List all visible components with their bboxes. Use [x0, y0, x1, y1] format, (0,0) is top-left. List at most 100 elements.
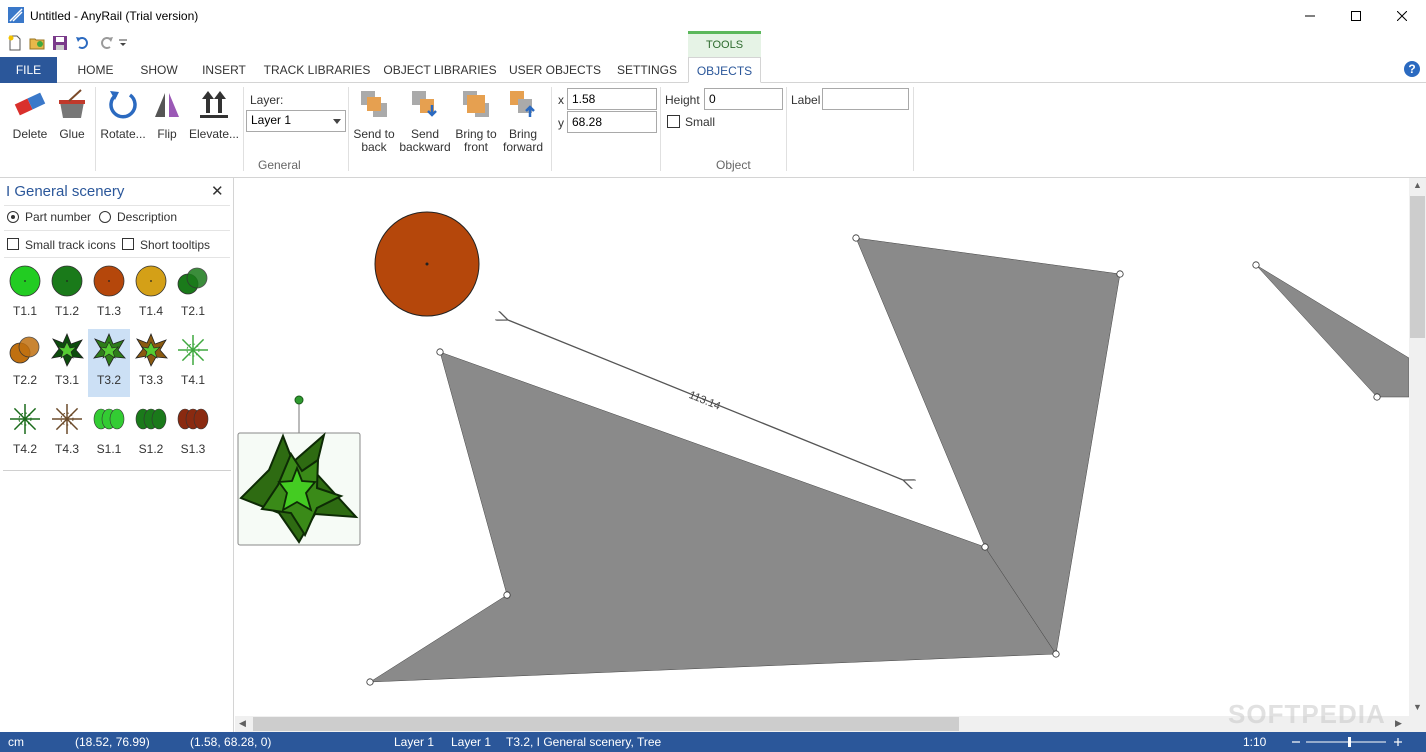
- tab-file[interactable]: FILE: [0, 57, 57, 83]
- y-label: y: [558, 116, 564, 130]
- small-track-icons-checkbox[interactable]: [7, 238, 19, 250]
- help-icon[interactable]: ?: [1404, 61, 1420, 77]
- bring-forward-button[interactable]: Bring forward: [500, 87, 546, 154]
- palette-item-s1-2[interactable]: S1.2: [130, 398, 172, 466]
- vertex-handle[interactable]: [503, 591, 511, 599]
- measure-label: 113.14: [687, 389, 722, 412]
- tab-user-objects[interactable]: USER OBJECTS: [508, 57, 602, 83]
- layer-select[interactable]: Layer 1: [246, 110, 346, 132]
- palette-item-t1-1[interactable]: T1.1: [4, 260, 46, 328]
- rotate-handle[interactable]: [294, 395, 304, 405]
- tree-icon: [51, 265, 83, 297]
- zoom-in-icon[interactable]: [1394, 738, 1402, 746]
- palette-item-t3-3[interactable]: T3.3: [130, 329, 172, 397]
- tree-icon: [177, 408, 209, 430]
- open-folder-icon[interactable]: [29, 35, 45, 51]
- elevate-button[interactable]: Elevate...: [188, 87, 240, 149]
- vertical-scroll-thumb[interactable]: [1410, 196, 1425, 338]
- tab-home[interactable]: HOME: [67, 57, 124, 83]
- short-tooltips-checkbox[interactable]: [122, 238, 134, 250]
- tab-show[interactable]: SHOW: [132, 57, 186, 83]
- palette-item-label: T2.1: [180, 304, 205, 318]
- vertex-handle[interactable]: [1252, 261, 1260, 269]
- tree-icon: [9, 336, 40, 364]
- vertex-handle[interactable]: [1052, 650, 1060, 658]
- palette-item-t1-3[interactable]: T1.3: [88, 260, 130, 328]
- close-button[interactable]: [1379, 0, 1425, 32]
- x-field[interactable]: [567, 88, 657, 110]
- status-unit: cm: [8, 735, 24, 749]
- selected-tree-t3-2[interactable]: [237, 395, 361, 546]
- palette-item-t1-4[interactable]: T1.4: [130, 260, 172, 328]
- redo-icon[interactable]: [98, 35, 114, 51]
- tab-object-libraries[interactable]: OBJECT LIBRARIES: [382, 57, 498, 83]
- palette-item-t2-2[interactable]: T2.2: [4, 329, 46, 397]
- height-field[interactable]: [704, 88, 783, 110]
- vertex-handle[interactable]: [366, 678, 374, 686]
- palette-item-t4-3[interactable]: T4.3: [46, 398, 88, 466]
- minimize-icon: [1305, 15, 1315, 17]
- palette-item-t1-2[interactable]: T1.2: [46, 260, 88, 328]
- palette-item-label: T3.3: [138, 373, 163, 387]
- divider: [4, 257, 230, 258]
- maximize-button[interactable]: [1333, 0, 1379, 32]
- horizontal-scroll-thumb[interactable]: [253, 717, 959, 731]
- palette-item-t3-2[interactable]: T3.2: [88, 329, 130, 397]
- vertex-handle[interactable]: [436, 348, 444, 356]
- vertical-scrollbar[interactable]: ▲ ▼: [1409, 178, 1426, 732]
- small-checkbox[interactable]: [667, 115, 680, 128]
- undo-icon[interactable]: [75, 35, 91, 51]
- ribbon-separator: [786, 87, 787, 171]
- palette-item-label: T1.2: [54, 304, 79, 318]
- label-field[interactable]: [822, 88, 909, 110]
- send-to-back-button[interactable]: Send to back: [351, 87, 397, 154]
- height-label: Height: [665, 93, 700, 107]
- palette-item-t2-1[interactable]: T2.1: [172, 260, 214, 328]
- scroll-right-icon[interactable]: ▶: [1395, 718, 1402, 729]
- description-radio[interactable]: [99, 211, 111, 223]
- panel-close-icon[interactable]: ✕: [211, 182, 224, 200]
- gray-polygon-right[interactable]: [1255, 264, 1409, 398]
- minimize-button[interactable]: [1287, 0, 1333, 32]
- send-backward-button[interactable]: Send backward: [398, 87, 452, 154]
- palette-item-t4-1[interactable]: T4.1: [172, 329, 214, 397]
- glue-button[interactable]: Glue: [52, 87, 92, 149]
- vertex-handle[interactable]: [1373, 393, 1381, 401]
- palette-item-label: S1.3: [180, 442, 206, 456]
- scroll-down-icon[interactable]: ▼: [1413, 702, 1422, 712]
- send-backward-icon: [412, 91, 437, 117]
- palette-item-s1-1[interactable]: S1.1: [88, 398, 130, 466]
- vertex-handle[interactable]: [981, 543, 989, 551]
- tab-insert[interactable]: INSERT: [196, 57, 252, 83]
- zoom-slider-thumb[interactable]: [1348, 737, 1351, 747]
- palette-item-t4-2[interactable]: T4.2: [4, 398, 46, 466]
- ribbon-separator: [660, 87, 661, 171]
- palette-item-t3-1[interactable]: T3.1: [46, 329, 88, 397]
- y-field[interactable]: [567, 111, 657, 133]
- rotate-button[interactable]: Rotate...: [100, 87, 146, 149]
- layout-canvas[interactable]: 113.14: [235, 178, 1409, 716]
- new-file-icon[interactable]: [7, 35, 23, 51]
- tree-icon: [93, 332, 126, 367]
- flip-button[interactable]: Flip: [148, 87, 186, 149]
- tree-icon: [93, 408, 125, 430]
- save-icon[interactable]: [52, 35, 68, 51]
- vertex-handle[interactable]: [1116, 270, 1124, 278]
- scroll-up-icon[interactable]: ▲: [1413, 180, 1422, 190]
- glue-pot-icon: [59, 89, 85, 118]
- delete-button[interactable]: Delete: [8, 87, 52, 149]
- send-to-back-icon: [361, 91, 387, 117]
- status-selection: T3.2, I General scenery, Tree: [506, 735, 662, 749]
- vertex-handle[interactable]: [852, 234, 860, 242]
- tab-objects[interactable]: OBJECTS: [688, 57, 761, 83]
- palette-item-s1-3[interactable]: S1.3: [172, 398, 214, 466]
- tab-track-libraries[interactable]: TRACK LIBRARIES: [262, 57, 372, 83]
- tools-context-header: TOOLS: [688, 31, 761, 57]
- scroll-left-icon[interactable]: ◀: [239, 718, 246, 729]
- zoom-slider[interactable]: [1290, 736, 1406, 748]
- bring-to-front-button[interactable]: Bring to front: [452, 87, 500, 154]
- part-number-radio[interactable]: [7, 211, 19, 223]
- tab-settings[interactable]: SETTINGS: [612, 57, 682, 83]
- palette-item-label: S1.2: [138, 442, 164, 456]
- customize-qat-icon[interactable]: [118, 35, 128, 51]
